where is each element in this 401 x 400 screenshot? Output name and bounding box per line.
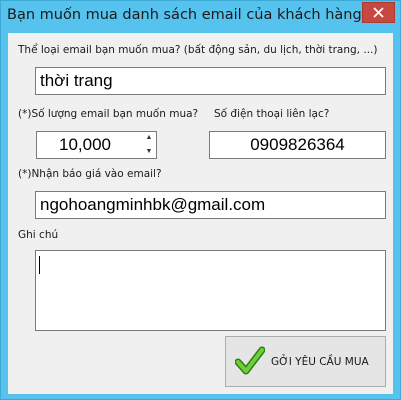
chevron-up-icon[interactable]: ▲ [146, 134, 153, 142]
phone-value: 0909826364 [250, 135, 345, 154]
submit-button-label: GỞI YÊU CẦU MUA [271, 355, 369, 368]
quantity-stepper[interactable]: 10,000 ▲ ▼ [36, 131, 157, 159]
title-bar[interactable]: Bạn muốn mua danh sách email của khách h… [1, 1, 400, 33]
dialog-window: Bạn muốn mua danh sách email của khách h… [0, 0, 401, 400]
quantity-value: 10,000 [59, 135, 111, 154]
note-textarea[interactable] [35, 250, 386, 331]
note-label: Ghi chú [18, 229, 59, 241]
window-title: Bạn muốn mua danh sách email của khách h… [7, 7, 370, 23]
email-value: ngohoangminhbk@gmail.com [40, 195, 266, 214]
category-input-value: thời trang [40, 71, 113, 90]
phone-label: Số điện thoại liên lạc? [214, 108, 330, 120]
stepper-controls: ▲ ▼ [144, 134, 154, 156]
submit-request-button[interactable]: GỞI YÊU CẦU MUA [225, 336, 386, 387]
text-caret [39, 256, 40, 274]
close-icon [373, 7, 384, 18]
close-button[interactable] [362, 2, 395, 23]
email-field[interactable]: ngohoangminhbk@gmail.com [35, 191, 386, 219]
checkmark-icon [235, 346, 265, 375]
quantity-label: (*)Số lượng email bạn muốn mua? [18, 108, 199, 120]
category-input[interactable]: thời trang [35, 67, 386, 95]
category-label: Thể loại email bạn muốn mua? (bất động s… [18, 44, 378, 56]
chevron-down-icon[interactable]: ▼ [146, 148, 153, 156]
form-panel: Thể loại email bạn muốn mua? (bất động s… [8, 33, 393, 394]
phone-field[interactable]: 0909826364 [209, 131, 386, 159]
email-label: (*)Nhận báo giá vào email? [18, 168, 162, 180]
